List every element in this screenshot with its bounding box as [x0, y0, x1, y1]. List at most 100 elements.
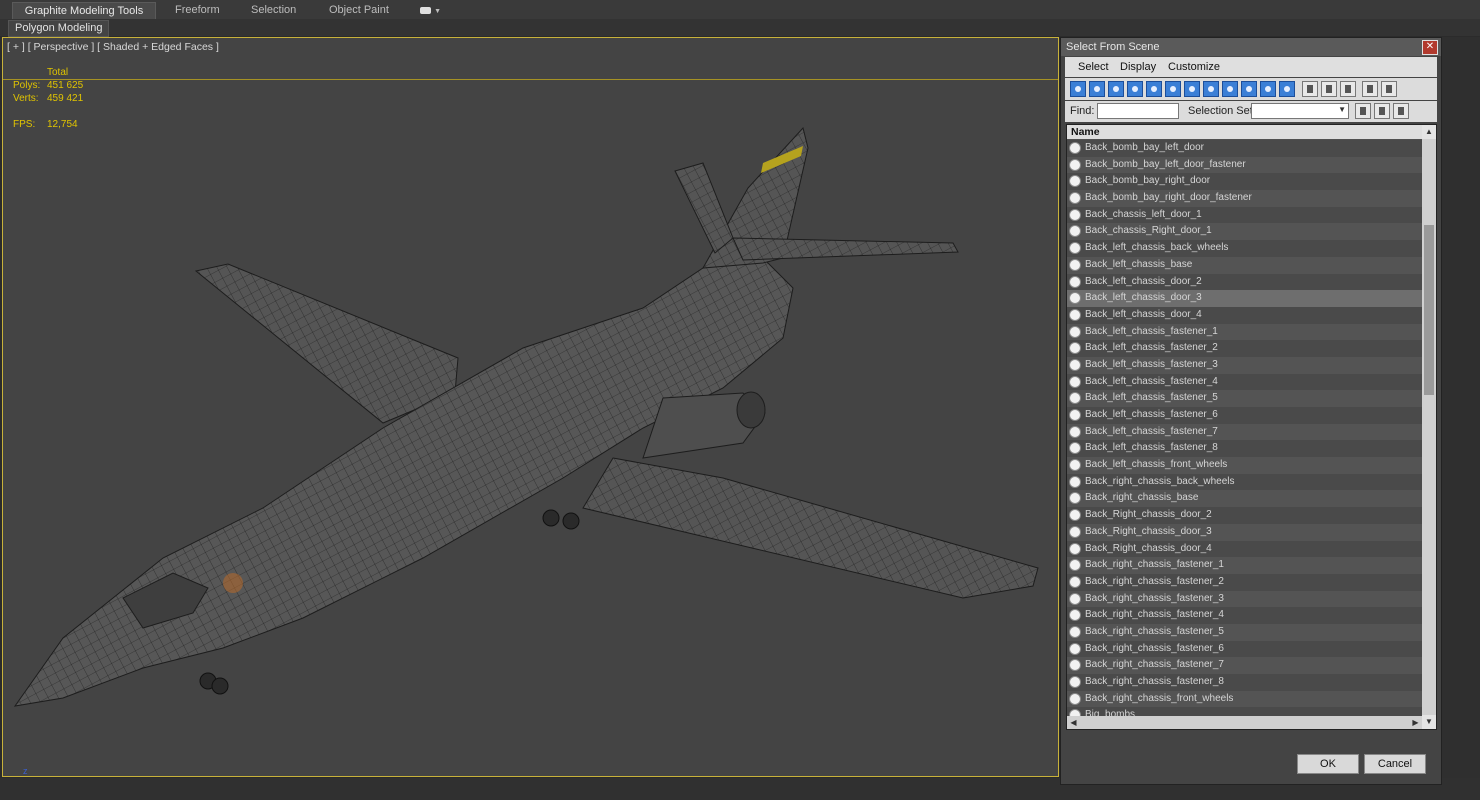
- ok-button[interactable]: OK: [1297, 754, 1359, 774]
- geometry-object-icon: [1069, 559, 1081, 572]
- perspective-viewport[interactable]: [ + ] [ Perspective ] [ Shaded + Edged F…: [2, 37, 1059, 777]
- geometry-object-icon: [1069, 609, 1081, 622]
- list-item[interactable]: Back_right_chassis_fastener_2: [1067, 573, 1422, 591]
- list-item[interactable]: Back_left_chassis_fastener_8: [1067, 440, 1422, 458]
- scroll-up-icon[interactable]: ▲: [1422, 125, 1436, 139]
- ribbon-options-dropdown[interactable]: ▼: [410, 2, 451, 19]
- list-item[interactable]: Back_left_chassis_fastener_2: [1067, 340, 1422, 357]
- list-item[interactable]: Back_bomb_bay_left_door_fastener: [1067, 156, 1422, 174]
- geometry-object-icon: [1069, 275, 1081, 288]
- column-header-name[interactable]: Name: [1067, 125, 1422, 139]
- display-xrefs-icon[interactable]: [1203, 81, 1219, 97]
- list-item-label: Back_right_chassis_fastener_5: [1085, 625, 1224, 637]
- list-item-label: Back_left_chassis_door_3: [1085, 292, 1202, 304]
- list-item[interactable]: Back_bomb_bay_left_door: [1067, 140, 1422, 157]
- list-item[interactable]: Back_left_chassis_fastener_3: [1067, 356, 1422, 374]
- menu-select[interactable]: Select: [1078, 61, 1109, 73]
- selection-set-remove-icon[interactable]: [1393, 103, 1409, 119]
- list-item[interactable]: Back_right_chassis_fastener_6: [1067, 640, 1422, 658]
- display-lights-icon[interactable]: [1108, 81, 1124, 97]
- tab-selection[interactable]: Selection: [241, 2, 306, 19]
- selection-set-edit-icon[interactable]: [1355, 103, 1371, 119]
- list-item-label: Back_bomb_bay_right_door: [1085, 175, 1211, 187]
- scroll-thumb[interactable]: [1424, 225, 1434, 395]
- scroll-left-icon[interactable]: ◀: [1067, 716, 1080, 729]
- scroll-right-icon[interactable]: ▶: [1409, 716, 1422, 729]
- list-item[interactable]: Back_left_chassis_front_wheels: [1067, 457, 1422, 474]
- list-item[interactable]: Back_bomb_bay_right_door: [1067, 173, 1422, 191]
- filter-options-icon[interactable]: [1381, 81, 1397, 97]
- list-item[interactable]: Back_right_chassis_fastener_5: [1067, 623, 1422, 641]
- list-item[interactable]: Back_right_chassis_fastener_4: [1067, 607, 1422, 624]
- display-groups-icon[interactable]: [1184, 81, 1200, 97]
- list-item[interactable]: Back_right_chassis_fastener_8: [1067, 674, 1422, 691]
- list-item[interactable]: Back_left_chassis_door_3: [1067, 290, 1422, 307]
- list-item[interactable]: Back_left_chassis_back_wheels: [1067, 240, 1422, 257]
- select-invert-icon[interactable]: [1340, 81, 1356, 97]
- display-geometry-icon[interactable]: [1070, 81, 1086, 97]
- list-item-label: Back_right_chassis_fastener_1: [1085, 559, 1224, 571]
- list-item[interactable]: Back_right_chassis_fastener_3: [1067, 590, 1422, 608]
- list-item[interactable]: Back_left_chassis_fastener_4: [1067, 373, 1422, 391]
- display-frozen-icon[interactable]: [1260, 81, 1276, 97]
- display-cameras-icon[interactable]: [1127, 81, 1143, 97]
- list-item[interactable]: Back_right_chassis_fastener_1: [1067, 557, 1422, 574]
- list-item[interactable]: Back_left_chassis_fastener_1: [1067, 323, 1422, 341]
- verts-value: 459 421: [47, 93, 84, 104]
- list-item-label: Back_left_chassis_back_wheels: [1085, 242, 1229, 254]
- menu-customize[interactable]: Customize: [1168, 61, 1220, 73]
- ribbon-tab-bar: Graphite Modeling Tools Freeform Selecti…: [0, 0, 1480, 20]
- tab-polygon-modeling[interactable]: Polygon Modeling: [8, 20, 110, 37]
- list-item[interactable]: Back_right_chassis_base: [1067, 490, 1422, 508]
- display-containers-icon[interactable]: [1241, 81, 1257, 97]
- list-item[interactable]: Back_Right_chassis_door_4: [1067, 540, 1422, 558]
- cancel-button[interactable]: Cancel: [1364, 754, 1426, 774]
- tab-object-paint[interactable]: Object Paint: [319, 2, 399, 19]
- select-none-icon[interactable]: [1321, 81, 1337, 97]
- geometry-object-icon: [1069, 625, 1081, 638]
- menu-display[interactable]: Display: [1120, 61, 1156, 73]
- display-shapes-icon[interactable]: [1089, 81, 1105, 97]
- list-item[interactable]: Back_Right_chassis_door_2: [1067, 507, 1422, 524]
- tab-freeform[interactable]: Freeform: [165, 2, 230, 19]
- geometry-object-icon: [1069, 642, 1081, 655]
- list-item[interactable]: Back_chassis_Right_door_1: [1067, 223, 1422, 241]
- geometry-object-icon: [1069, 509, 1081, 522]
- tab-graphite-modeling-tools[interactable]: Graphite Modeling Tools: [12, 2, 156, 20]
- selection-set-dropdown[interactable]: ▼: [1251, 103, 1349, 119]
- find-bar: Find: Selection Set: ▼: [1065, 101, 1437, 122]
- list-item[interactable]: Back_bomb_bay_right_door_fastener: [1067, 190, 1422, 207]
- fps-label: FPS:: [13, 119, 36, 130]
- geometry-object-icon: [1069, 459, 1081, 472]
- list-item[interactable]: Back_right_chassis_fastener_7: [1067, 657, 1422, 674]
- list-item[interactable]: Back_left_chassis_door_4: [1067, 306, 1422, 324]
- list-item[interactable]: Back_left_chassis_fastener_5: [1067, 390, 1422, 407]
- list-item[interactable]: Back_left_chassis_fastener_7: [1067, 423, 1422, 441]
- geometry-object-icon: [1069, 575, 1081, 588]
- display-hidden-icon[interactable]: [1279, 81, 1295, 97]
- list-item[interactable]: Back_Right_chassis_door_3: [1067, 523, 1422, 541]
- select-all-icon[interactable]: [1302, 81, 1318, 97]
- list-item[interactable]: Back_left_chassis_fastener_6: [1067, 407, 1422, 424]
- list-item[interactable]: Back_left_chassis_door_2: [1067, 273, 1422, 291]
- display-bones-icon[interactable]: [1222, 81, 1238, 97]
- display-spacewarps-icon[interactable]: [1165, 81, 1181, 97]
- scroll-down-icon[interactable]: ▼: [1422, 715, 1436, 729]
- close-icon[interactable]: ✕: [1422, 40, 1438, 55]
- dialog-titlebar[interactable]: Select From Scene ✕: [1061, 38, 1441, 56]
- geometry-object-icon: [1069, 392, 1081, 405]
- viewport-label[interactable]: [ + ] [ Perspective ] [ Shaded + Edged F…: [7, 41, 219, 53]
- geometry-object-icon: [1069, 542, 1081, 555]
- display-helpers-icon[interactable]: [1146, 81, 1162, 97]
- geometry-object-icon: [1069, 308, 1081, 321]
- polys-value: 451 625: [47, 80, 84, 91]
- find-input[interactable]: [1097, 103, 1179, 119]
- vertical-scrollbar[interactable]: ▲ ▼: [1422, 125, 1436, 729]
- list-item[interactable]: Back_left_chassis_base: [1067, 256, 1422, 274]
- horizontal-scrollbar[interactable]: ◀ ▶: [1067, 716, 1422, 729]
- list-item[interactable]: Back_right_chassis_back_wheels: [1067, 473, 1422, 491]
- filter-icon[interactable]: [1362, 81, 1378, 97]
- selection-set-add-icon[interactable]: [1374, 103, 1390, 119]
- list-item[interactable]: Back_chassis_left_door_1: [1067, 206, 1422, 224]
- list-item[interactable]: Back_right_chassis_front_wheels: [1067, 690, 1422, 708]
